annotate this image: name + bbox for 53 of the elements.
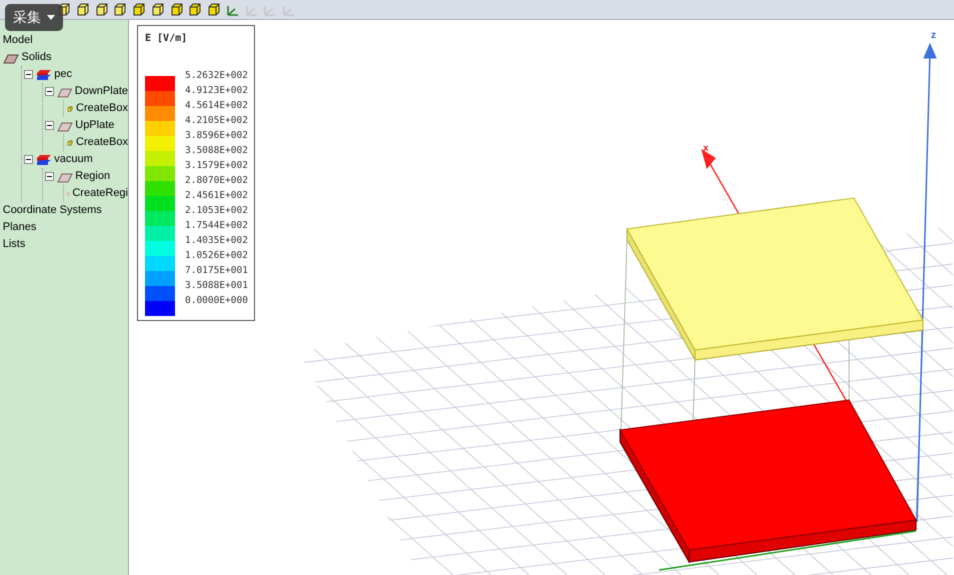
- legend-value: 4.2105E+002: [185, 114, 248, 128]
- collapse-toggle[interactable]: [24, 155, 33, 164]
- legend-value: 5.2632E+002: [185, 69, 248, 83]
- legend-value: 4.9123E+002: [185, 84, 248, 98]
- caret-icon: [46, 15, 54, 20]
- solid-icon: [56, 120, 72, 132]
- cube-icon[interactable]: [74, 2, 91, 18]
- legend-value: 1.4035E+002: [185, 234, 248, 248]
- collapse-toggle[interactable]: [24, 70, 33, 79]
- tree-item[interactable]: Coordinate Systems: [2, 202, 102, 219]
- collapse-toggle[interactable]: [44, 172, 54, 181]
- cube-icon[interactable]: [168, 2, 184, 18]
- legend-value: 1.7544E+002: [185, 219, 248, 233]
- tree-item[interactable]: CreateBox: [76, 100, 128, 117]
- legend-value: 2.4561E+002: [185, 189, 248, 203]
- cube-icon[interactable]: [131, 2, 147, 18]
- solid-icon: [2, 52, 19, 64]
- tree-item[interactable]: DownPlate: [74, 83, 128, 100]
- cube-icon[interactable]: [150, 2, 166, 18]
- axis-label: x: [703, 143, 709, 154]
- tree-item[interactable]: Planes: [2, 219, 36, 236]
- tree-item[interactable]: Lists: [2, 236, 26, 253]
- legend-value: 0.0000E+000: [185, 294, 248, 308]
- cube-icon[interactable]: [206, 2, 222, 18]
- legend-title: E [V/m]: [145, 32, 188, 46]
- tree-item[interactable]: Region: [75, 168, 110, 185]
- collapse-toggle[interactable]: [44, 87, 54, 96]
- tree-item[interactable]: Solids: [22, 49, 52, 66]
- tree-item[interactable]: Model: [2, 32, 33, 49]
- axis-label: z: [931, 30, 936, 41]
- legend-value: 2.1053E+002: [185, 204, 248, 218]
- solid-icon: [56, 86, 72, 98]
- legend-value: 7.0175E+001: [185, 264, 248, 278]
- material-icon: [36, 154, 52, 166]
- legend-value: 3.1579E+002: [185, 159, 248, 173]
- legend-value: 3.5088E+001: [185, 279, 248, 293]
- collect-button[interactable]: 采集: [5, 4, 62, 31]
- material-icon: [36, 68, 52, 80]
- legend-value: 4.5614E+002: [185, 99, 248, 113]
- tree-item[interactable]: UpPlate: [75, 117, 114, 134]
- cube-icon[interactable]: [94, 2, 110, 18]
- cube-icon[interactable]: [187, 2, 204, 18]
- collapse-toggle[interactable]: [44, 121, 54, 130]
- tree-item[interactable]: vacuum: [54, 151, 93, 168]
- legend-value: 2.8070E+002: [185, 174, 248, 188]
- tree-item[interactable]: CreateRegi: [72, 185, 128, 202]
- cube-icon[interactable]: [112, 2, 128, 18]
- tree-item[interactable]: pec: [54, 66, 72, 83]
- legend-value: 3.8596E+002: [185, 129, 248, 143]
- legend-value: 3.5088E+002: [185, 144, 248, 158]
- tree-item[interactable]: CreateBox: [76, 134, 128, 151]
- solid-icon: [56, 170, 72, 182]
- legend-value: 1.0526E+002: [185, 249, 248, 263]
